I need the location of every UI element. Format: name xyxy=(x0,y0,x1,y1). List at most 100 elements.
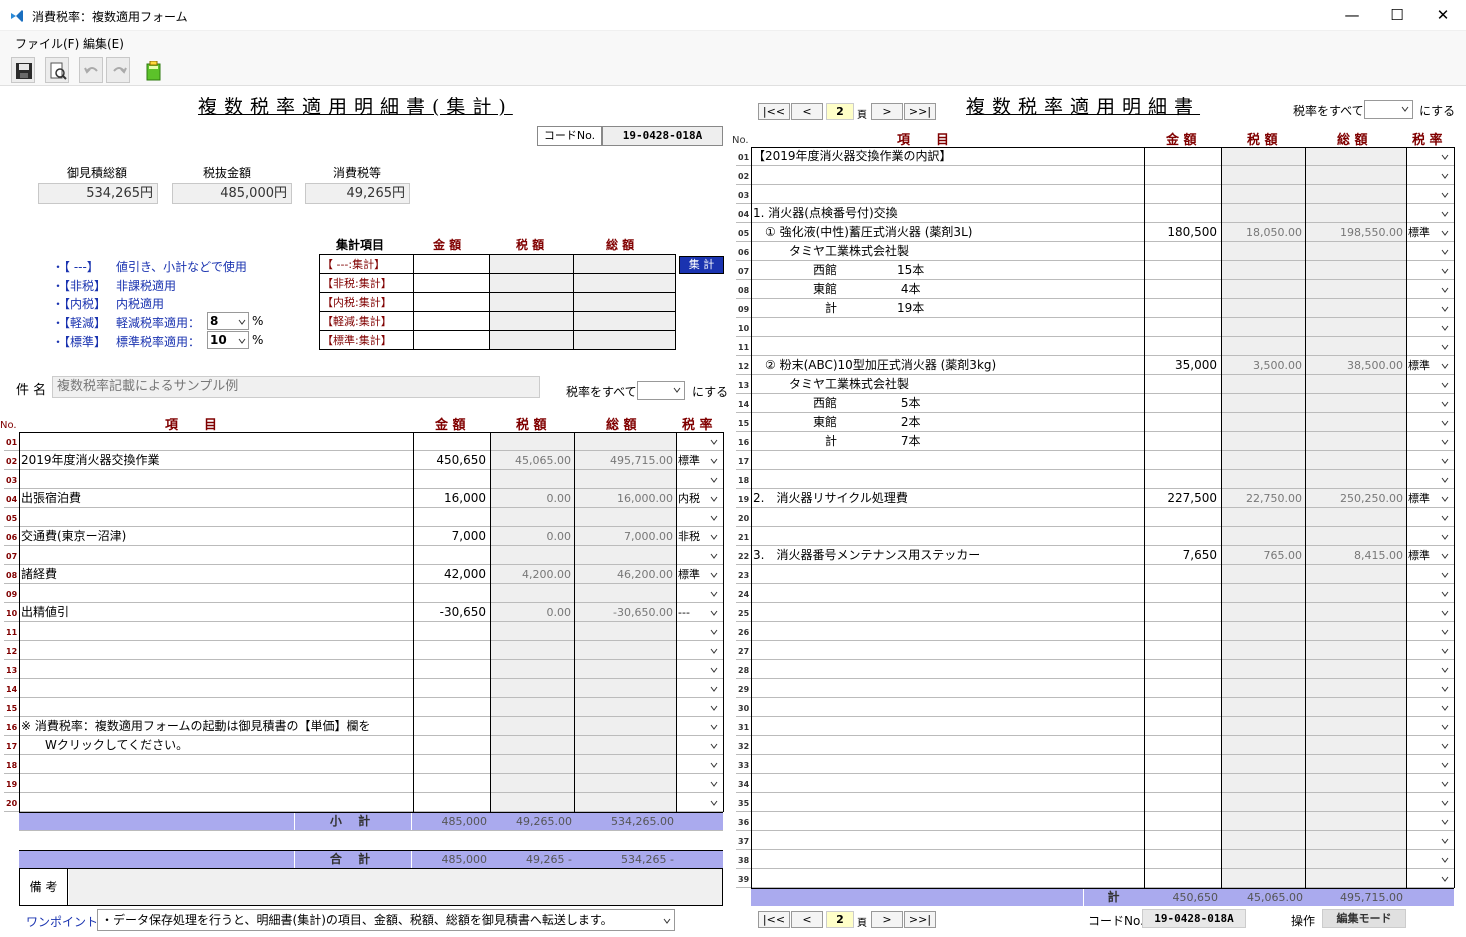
rate-select[interactable]: 10 xyxy=(207,331,249,349)
rate-select[interactable] xyxy=(1406,660,1454,679)
item-cell[interactable]: タミヤ工業株式会社製 xyxy=(753,376,1142,393)
rate-select[interactable] xyxy=(1406,147,1454,166)
item-cell[interactable]: 西館 5本 xyxy=(753,395,1142,412)
item-cell[interactable]: タミヤ工業株式会社製 xyxy=(753,243,1142,260)
prev-page-button[interactable]: < xyxy=(791,911,823,928)
rate-select[interactable]: 標準 xyxy=(1406,223,1454,242)
item-cell[interactable]: Wクリックしてください。 xyxy=(21,737,411,754)
rate-select[interactable] xyxy=(1406,432,1454,451)
rate-select[interactable] xyxy=(676,641,723,660)
page-number[interactable]: 2 xyxy=(826,911,854,928)
rate-select[interactable]: --- xyxy=(676,603,723,622)
remarks-input[interactable] xyxy=(69,869,722,905)
item-cell[interactable]: 出張宿泊費 xyxy=(21,490,411,507)
rate-select[interactable] xyxy=(1406,603,1454,622)
minimize-button[interactable]: — xyxy=(1329,0,1375,31)
rate-select[interactable] xyxy=(1406,470,1454,489)
rate-select[interactable] xyxy=(1406,413,1454,432)
rate-select[interactable] xyxy=(1406,755,1454,774)
next-page-button[interactable]: > xyxy=(871,103,903,120)
rate-select[interactable] xyxy=(1406,831,1454,850)
rate-select[interactable] xyxy=(1406,318,1454,337)
rate-select[interactable] xyxy=(1406,698,1454,717)
rate-select[interactable] xyxy=(1406,869,1454,888)
rate-select[interactable] xyxy=(1406,299,1454,318)
rate-select[interactable] xyxy=(1406,812,1454,831)
rate-select[interactable] xyxy=(676,698,723,717)
rate-select[interactable] xyxy=(1406,185,1454,204)
amount-cell[interactable]: 7,650 xyxy=(1144,547,1217,564)
amount-cell[interactable]: -30,650 xyxy=(413,604,486,621)
rate-select[interactable] xyxy=(1406,204,1454,223)
close-button[interactable]: ✕ xyxy=(1420,0,1466,31)
amount-cell[interactable]: 42,000 xyxy=(413,566,486,583)
remarks-box[interactable]: 備 考 xyxy=(19,868,723,906)
rate-select[interactable] xyxy=(676,622,723,641)
next-page-button[interactable]: > xyxy=(871,911,903,928)
rate-select[interactable] xyxy=(676,755,723,774)
item-cell[interactable]: 出精値引 xyxy=(21,604,411,621)
item-cell[interactable]: 2. 消火器リサイクル処理費 xyxy=(753,490,1142,507)
redo-button[interactable] xyxy=(106,57,130,83)
item-cell[interactable]: 1. 消火器(点検番号付)交換 xyxy=(753,205,1142,222)
rate-select[interactable]: 標準 xyxy=(1406,356,1454,375)
page-number[interactable]: 2 xyxy=(826,103,854,120)
left-rate-all-select[interactable] xyxy=(637,381,685,400)
item-cell[interactable]: ① 強化液(中性)蓄圧式消火器 (薬剤3L) xyxy=(753,224,1142,241)
rate-select[interactable] xyxy=(676,717,723,736)
rate-select[interactable] xyxy=(676,793,723,812)
item-cell[interactable]: ② 粉末(ABC)10型加圧式消火器 (薬剤3kg) xyxy=(753,357,1142,374)
rate-select[interactable] xyxy=(1406,622,1454,641)
rate-select[interactable] xyxy=(1406,375,1454,394)
last-page-button[interactable]: >>| xyxy=(904,103,936,120)
rate-select[interactable] xyxy=(1406,166,1454,185)
menu-edit[interactable]: 編集(E) xyxy=(83,35,124,52)
rate-select[interactable] xyxy=(676,736,723,755)
subject-input[interactable]: 複数税率記載によるサンプル例 xyxy=(52,376,540,398)
amount-cell[interactable]: 16,000 xyxy=(413,490,486,507)
rate-select[interactable] xyxy=(676,546,723,565)
rate-select[interactable] xyxy=(1406,337,1454,356)
amount-cell[interactable]: 227,500 xyxy=(1144,490,1217,507)
amount-cell[interactable]: 7,000 xyxy=(413,528,486,545)
rate-select[interactable]: 非税 xyxy=(676,527,723,546)
rate-select[interactable] xyxy=(1406,451,1454,470)
rate-select[interactable]: 内税 xyxy=(676,489,723,508)
rate-select[interactable]: 標準 xyxy=(676,451,723,470)
rate-select[interactable] xyxy=(676,584,723,603)
rate-select[interactable] xyxy=(1406,679,1454,698)
print-preview-button[interactable] xyxy=(45,57,69,83)
summarize-button[interactable]: 集 計 xyxy=(679,256,724,274)
item-cell[interactable]: 3. 消火器番号メンテナンス用ステッカー xyxy=(753,547,1142,564)
item-cell[interactable]: 計 7本 xyxy=(753,433,1142,450)
rate-select[interactable] xyxy=(676,432,723,451)
rate-select[interactable] xyxy=(1406,280,1454,299)
amount-cell[interactable]: 180,500 xyxy=(1144,224,1217,241)
rate-select[interactable] xyxy=(1406,736,1454,755)
item-cell[interactable]: 東館 2本 xyxy=(753,414,1142,431)
rate-select[interactable] xyxy=(676,470,723,489)
item-cell[interactable]: 西館 15本 xyxy=(753,262,1142,279)
rate-select[interactable] xyxy=(1406,527,1454,546)
rate-select[interactable] xyxy=(1406,793,1454,812)
rate-select[interactable] xyxy=(1406,242,1454,261)
onepoint-select[interactable]: ・データ保存処理を行うと、明細書(集計)の項目、金額、税額、総額を御見積書へ転送… xyxy=(97,909,675,931)
rate-select[interactable] xyxy=(1406,508,1454,527)
rate-select[interactable]: 8 xyxy=(207,312,249,330)
item-cell[interactable]: ※ 消費税率：複数適用フォームの起動は御見積書の【単価】欄を xyxy=(21,718,411,735)
menu-file[interactable]: ファイル(F) xyxy=(15,35,79,52)
item-cell[interactable]: 東館 4本 xyxy=(753,281,1142,298)
item-cell[interactable]: 【2019年度消火器交換作業の内訳】 xyxy=(753,148,1142,165)
maximize-button[interactable]: ☐ xyxy=(1374,0,1420,31)
rate-select[interactable] xyxy=(1406,774,1454,793)
item-cell[interactable]: 計 19本 xyxy=(753,300,1142,317)
rate-select[interactable] xyxy=(676,508,723,527)
rate-select[interactable]: 標準 xyxy=(1406,546,1454,565)
item-cell[interactable]: 2019年度消火器交換作業 xyxy=(21,452,411,469)
prev-page-button[interactable]: < xyxy=(791,103,823,120)
rate-select[interactable] xyxy=(1406,850,1454,869)
amount-cell[interactable]: 35,000 xyxy=(1144,357,1217,374)
last-page-button[interactable]: >>| xyxy=(904,911,936,928)
rate-select[interactable] xyxy=(1406,394,1454,413)
rate-select[interactable] xyxy=(676,679,723,698)
